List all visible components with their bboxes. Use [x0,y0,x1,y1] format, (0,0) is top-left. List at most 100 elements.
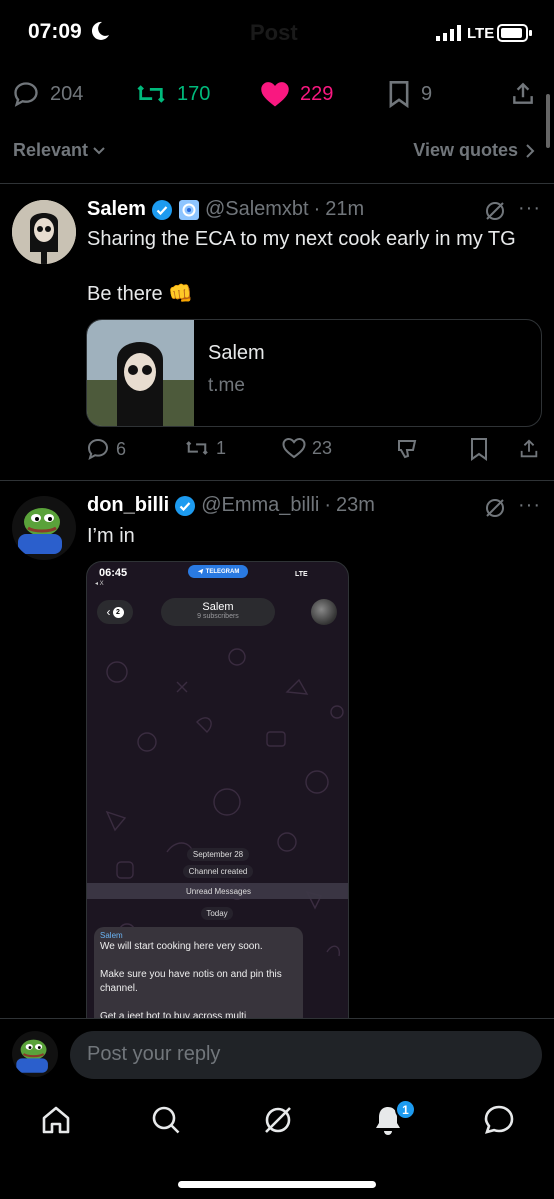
notifications-badge: 1 [395,1099,416,1120]
reply-icon [14,82,38,107]
author-handle[interactable]: @Salemxbt [205,198,309,221]
signal-icon [436,25,461,41]
reply-count: 6 [116,438,127,459]
like-button[interactable]: 23 [282,437,332,459]
avatar-pepe-icon [12,1031,58,1077]
embed-unread-divider: Unread Messages [87,883,348,899]
avatar-pepe-icon [12,496,76,560]
reposts-count: 170 [177,82,211,105]
more-options-icon[interactable]: ··· [518,494,541,517]
embed-created-pill: Channel created [183,865,253,878]
status-time: 07:09 [28,20,82,43]
embed-app-pill: TELEGRAM [188,565,248,578]
status-bar: 07:09 Post LTE [0,0,554,66]
replies-count: 204 [50,82,84,105]
divider [0,480,554,481]
embed-channel-title: Salem [202,601,234,613]
post-header: don_billi @Emma_billi · 23m [87,494,375,517]
embed-today-pill: Today [201,907,233,920]
likes-stat[interactable]: 229 [260,76,333,112]
share-icon [520,439,538,458]
grok-icon[interactable] [262,1104,294,1136]
repost-icon [137,85,165,103]
bookmarks-count: 9 [421,82,433,105]
verified-badge-icon [175,495,196,516]
link-card-title: Salem [208,342,265,364]
affiliate-badge-icon [178,199,199,220]
embed-back-count: 2 [112,606,124,618]
battery-icon [497,24,532,42]
link-card[interactable]: Salem t.me [86,319,542,427]
reply-bar: Post your reply [0,1018,554,1090]
dot-separator: · [324,494,331,516]
post-header: Salem @Salemxbt · 21m [87,198,364,221]
engagement-bar: 204 170 229 9 [0,76,554,114]
embed-network: LTE [295,571,308,578]
divider [0,183,554,184]
grok-icon[interactable] [484,200,506,222]
avatar[interactable] [12,496,76,560]
likes-count: 229 [300,82,334,105]
messages-icon[interactable] [483,1104,515,1136]
chevron-right-icon [526,143,535,158]
embed-message-author: Salem [100,931,123,940]
embed-time: 06:45 [99,567,128,579]
share-button[interactable] [510,76,536,112]
my-avatar[interactable] [12,1031,58,1077]
repost-icon [186,441,208,455]
avatar-art-icon [12,200,76,264]
repost-button[interactable]: 1 [184,437,226,459]
share-button[interactable] [518,437,540,461]
home-icon[interactable] [40,1104,72,1136]
avatar[interactable] [12,200,76,264]
sort-row: Relevant View quotes [0,138,554,164]
chevron-down-icon [93,146,105,154]
view-quotes-label: View quotes [413,140,518,160]
embed-back-button: ‹ 2 [97,600,133,624]
reposts-stat[interactable]: 170 [135,76,210,112]
replies-stat[interactable]: 204 [12,76,83,112]
view-quotes-link[interactable]: View quotes [413,140,536,161]
post-actions: 6 1 23 [86,437,546,465]
more-options-icon[interactable]: ··· [518,197,541,220]
verified-badge-icon [151,199,172,220]
network-label: LTE [467,25,495,42]
bookmark-button[interactable] [469,437,489,461]
grok-icon[interactable] [484,497,506,519]
post-text-line: Sharing the ECA to my next cook early in… [87,228,516,250]
relevant-label: Relevant [13,140,89,160]
author-name[interactable]: don_billi [87,494,169,517]
moon-icon [92,21,109,40]
header-title-ghost: Post [250,20,298,45]
embed-channel-header: Salem 9 subscribers [161,598,275,626]
search-icon[interactable] [150,1104,182,1136]
bookmarks-stat[interactable]: 9 [387,76,432,112]
embed-back-app: ◂ X [95,581,104,587]
repost-count: 1 [216,437,227,458]
embed-channel-avatar [311,599,337,625]
reply-button[interactable]: 6 [86,437,126,461]
link-card-domain: t.me [208,375,245,396]
post-text-line: I’m in [87,525,135,547]
author-handle[interactable]: @Emma_billi [201,494,319,517]
embed-channel-subtitle: 9 subscribers [197,613,239,620]
home-indicator[interactable] [178,1181,376,1188]
heart-icon [282,437,306,459]
author-name[interactable]: Salem [87,198,146,221]
chevron-left-icon: ‹ [106,605,111,619]
embed-date-pill: September 28 [187,848,249,861]
heart-filled-icon [261,82,289,107]
reply-input[interactable]: Post your reply [70,1031,542,1079]
link-card-thumbnail [87,320,194,426]
downvote-button[interactable] [396,437,420,461]
bookmark-icon [471,438,487,461]
relevant-dropdown[interactable]: Relevant [13,140,106,161]
embed-message-bubble: Salem We will start cooking here very so… [94,927,303,1019]
embed-message-text: We will start cooking here very soon. Ma… [100,941,282,1019]
embed-app-label: TELEGRAM [205,568,240,575]
post-time: 23m [336,494,375,516]
embedded-screenshot[interactable]: 06:45 ◂ X TELEGRAM LTE ‹ 2 Salem 9 subsc… [86,561,349,1019]
dot-separator: · [313,198,321,220]
reply-icon [87,438,109,461]
post-time: 21m [325,198,365,220]
